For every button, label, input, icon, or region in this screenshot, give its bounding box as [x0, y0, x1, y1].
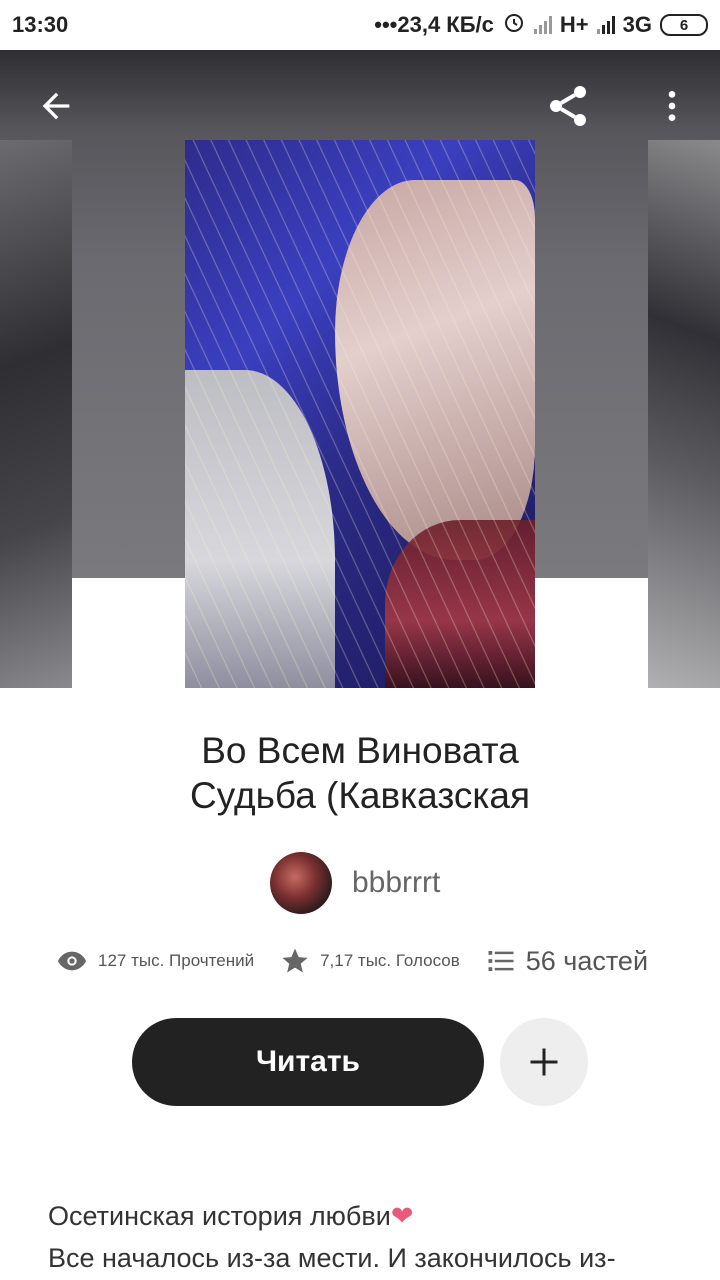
parts-count[interactable]: 56 частей: [526, 946, 648, 977]
reads-stat: 127 тыс. Прочтений: [56, 945, 254, 977]
read-button[interactable]: Читать: [132, 1018, 484, 1106]
description-line-1: Осетинская история любви❤: [48, 1201, 414, 1231]
share-button[interactable]: [540, 78, 596, 134]
network-type-1: H+: [559, 12, 589, 37]
story-description: Осетинская история любви❤ Все началось и…: [48, 1195, 688, 1279]
eye-icon: [56, 945, 88, 977]
story-title-line-2: Судьба (Кавказская: [190, 775, 530, 816]
network-speed: •••23,4 КБ/с: [374, 12, 494, 37]
status-right: •••23,4 КБ/с H+ 3G 6: [374, 10, 708, 40]
arrow-back-icon: [42, 92, 70, 120]
votes-count: 7,17 тыс. Голосов: [320, 951, 460, 970]
reads-count: 127 тыс. Прочтений: [98, 951, 255, 970]
status-time: 13:30: [12, 12, 69, 37]
network-type-2: 3G: [622, 12, 652, 37]
status-bar: 13:30 •••23,4 КБ/с H+ 3G 6: [0, 0, 720, 50]
author-link[interactable]: bbbrrrt: [270, 852, 440, 914]
add-to-library-button[interactable]: [500, 1018, 588, 1106]
author-avatar[interactable]: [270, 852, 332, 914]
alarm-icon: [502, 10, 526, 40]
back-button[interactable]: [28, 78, 84, 134]
heart-icon: ❤: [390, 1201, 414, 1231]
signal-icon: [533, 16, 552, 34]
cover-hair-strands: [185, 140, 535, 688]
signal-icon-2: [596, 16, 615, 34]
author-name[interactable]: bbbrrrt: [352, 866, 440, 900]
battery-icon: 6: [660, 14, 708, 36]
star-icon: [280, 946, 310, 976]
share-icon: [550, 86, 586, 126]
next-story-cover[interactable]: [648, 140, 720, 688]
description-line-2: Все началось из-за мести. И закончилось …: [48, 1243, 616, 1273]
story-stats: 127 тыс. Прочтений 7,17 тыс. Голосов 56 …: [56, 945, 676, 977]
list-icon: [486, 946, 516, 976]
story-title: Во Всем Виновата Судьба (Кавказская: [60, 728, 660, 818]
more-options-button[interactable]: [644, 78, 700, 134]
previous-story-cover[interactable]: [0, 140, 72, 688]
parts-stat[interactable]: 56 частей: [486, 946, 648, 977]
story-title-line-1: Во Всем Виновата: [201, 730, 519, 771]
story-cover-image: [185, 140, 535, 688]
more-vert-icon: [668, 91, 676, 121]
votes-stat: 7,17 тыс. Голосов: [280, 946, 460, 976]
plus-icon: [530, 1048, 558, 1076]
